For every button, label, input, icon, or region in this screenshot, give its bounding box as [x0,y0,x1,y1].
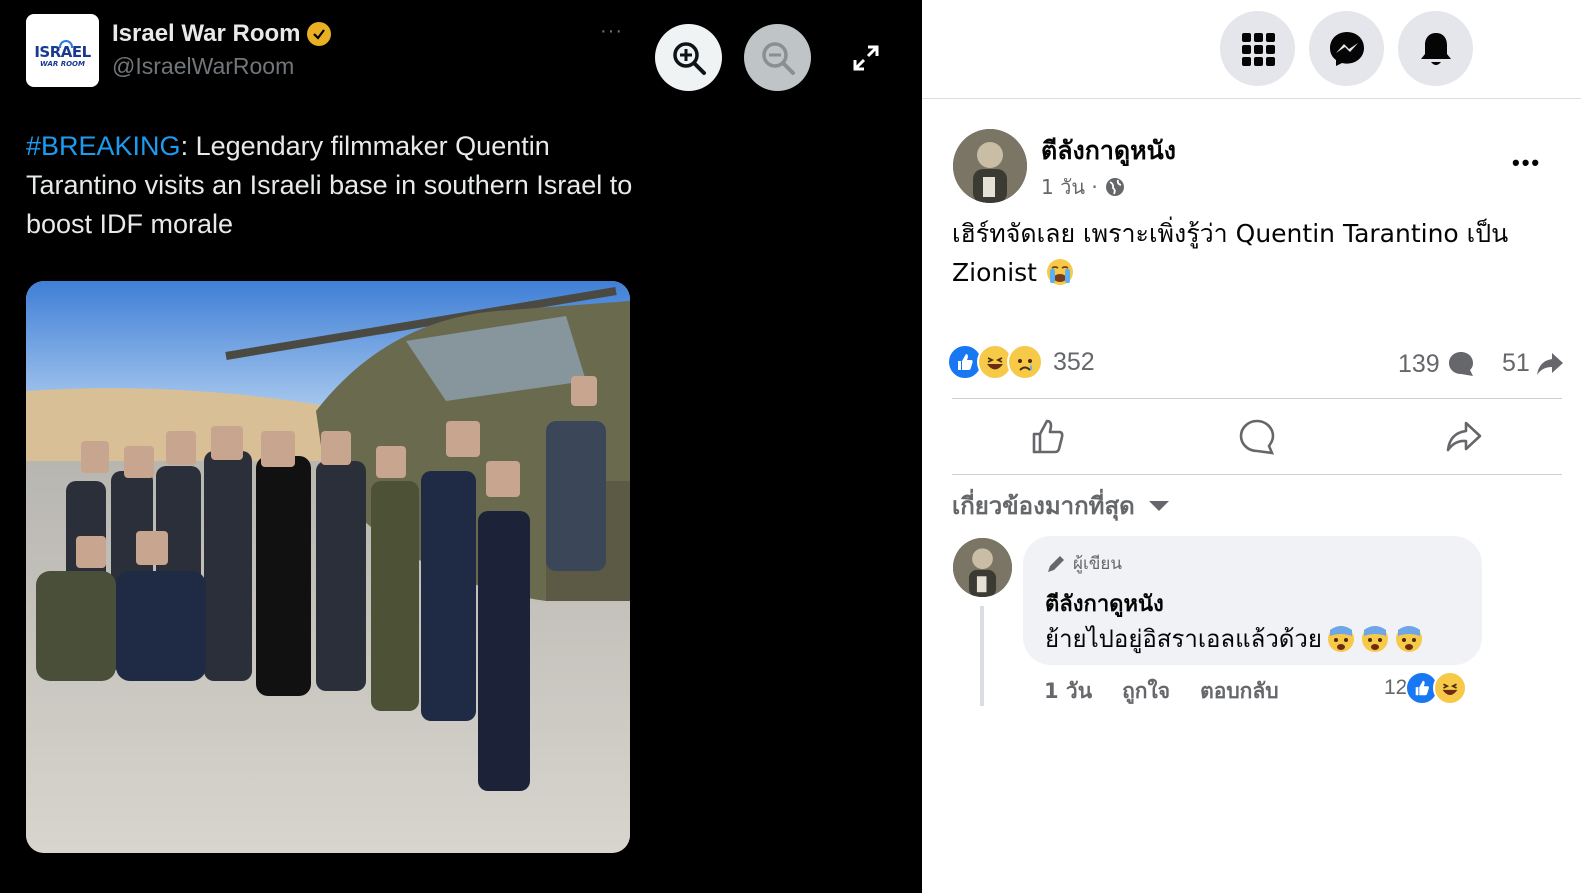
comment-icon [1239,419,1275,455]
share-count-link[interactable]: 51 [1502,349,1564,378]
anxious-sweat-emoji-icon [1361,625,1388,652]
globe-icon [1105,178,1124,196]
messenger-button[interactable] [1309,11,1384,86]
comment-text: ย้ายไปอยู่อิสราเอลแล้วด้วย [1045,619,1424,658]
expand-button[interactable] [848,40,884,76]
post-options-button[interactable]: ••• [1512,150,1541,176]
pen-icon [1048,555,1064,572]
author-badge-label: ผู้เขียน [1073,554,1122,574]
apps-grid-icon [1241,32,1275,66]
expand-icon [853,45,879,71]
zoom-in-button[interactable] [655,24,722,91]
notifications-bell-icon [1420,32,1451,65]
comment-sort-label: เกี่ยวข้องมากที่สุด [952,492,1135,520]
anxious-sweat-emoji-icon [1327,625,1354,652]
tweet-author-handle[interactable]: @IsraelWarRoom [112,53,294,80]
haha-reaction-icon [1433,671,1468,705]
comment-like-button[interactable]: ถูกใจ [1122,675,1170,708]
tweet-author-name[interactable]: Israel War Room [112,20,301,48]
comment-author-avatar[interactable] [953,538,1012,597]
share-icon [1446,421,1482,452]
share-button[interactable] [1444,417,1484,457]
comment-reaction-summary[interactable]: 12 [1384,671,1468,705]
share-arrow-icon [1536,352,1563,375]
zoom-out-button[interactable] [744,24,811,91]
page-avatar[interactable] [953,129,1027,203]
share-count: 51 [1502,349,1530,377]
tweet-text: #BREAKING: Legendary filmmaker Quentin T… [26,127,646,244]
reaction-count: 352 [1053,347,1095,376]
tweet-author-name-row[interactable]: Israel War Room [112,20,331,48]
hashtag-link[interactable]: #BREAKING [26,131,181,161]
tweet-author-avatar[interactable]: ISRAEL WAR ROOM [26,14,99,87]
post-text: เฮิร์ทจัดเลย เพราะเพิ่งรู้ว่า Quentin Ta… [952,214,1562,292]
zoom-in-icon [672,41,706,75]
screen: ISRAEL WAR ROOM Israel War Room @IsraelW… [0,0,1581,893]
broadcast-wave-icon [59,40,73,48]
group-photo-image [26,281,630,853]
comment-reply-button[interactable]: ตอบกลับ [1200,675,1279,708]
comment-actions: 1 วัน ถูกใจ ตอบกลับ [1044,675,1279,708]
post-action-bar [952,398,1562,475]
comment-author-name[interactable]: ตีลังกาดูหนัง [1045,586,1164,621]
like-button[interactable] [1028,417,1068,457]
avatar-logo-line2: WAR ROOM [40,59,85,68]
thread-line [980,606,984,706]
more-options-icon[interactable]: ··· [600,20,623,43]
comment-bubble: ผู้เขียน ตีลังกาดูหนัง ย้ายไปอยู่อิสราเอ… [1023,536,1482,665]
post-time[interactable]: 1 วัน · [1041,171,1098,203]
reaction-summary[interactable]: 352 [947,344,1095,380]
anxious-sweat-emoji-icon [1395,625,1422,652]
sad-reaction-icon [1007,344,1043,380]
author-badge: ผู้เขียน [1045,550,1122,577]
messenger-icon [1329,31,1364,66]
chevron-down-icon [1148,500,1169,511]
like-thumb-icon [1032,419,1064,454]
facebook-panel: ตีลังกาดูหนัง 1 วัน · ••• เฮิร์ทจัดเลย เ… [922,0,1581,893]
page-name[interactable]: ตีลังกาดูหนัง [1041,131,1176,171]
post-meta: 1 วัน · [1041,171,1126,203]
post-text-body: เฮิร์ทจัดเลย เพราะเพิ่งรู้ว่า Quentin Ta… [952,219,1509,287]
comment-reaction-count: 12 [1384,676,1408,699]
comment-bubble-icon [1448,352,1473,376]
comment-count-link[interactable]: 139 [1398,349,1476,379]
facebook-topbar [922,0,1581,99]
tweet-photo[interactable] [26,281,630,853]
comment-text-body: ย้ายไปอยู่อิสราเอลแล้วด้วย [1045,625,1322,653]
tweet-viewer: ISRAEL WAR ROOM Israel War Room @IsraelW… [0,0,922,893]
comment-sort-dropdown[interactable]: เกี่ยวข้องมากที่สุด [952,486,1169,525]
comment-button[interactable] [1237,417,1277,457]
menu-button[interactable] [1220,11,1295,86]
crying-emoji-icon [1046,259,1073,285]
zoom-out-icon [761,41,795,75]
verified-badge-icon [306,22,331,46]
comment-count: 139 [1398,349,1440,378]
notifications-button[interactable] [1398,11,1473,86]
comment-time[interactable]: 1 วัน [1044,675,1092,708]
